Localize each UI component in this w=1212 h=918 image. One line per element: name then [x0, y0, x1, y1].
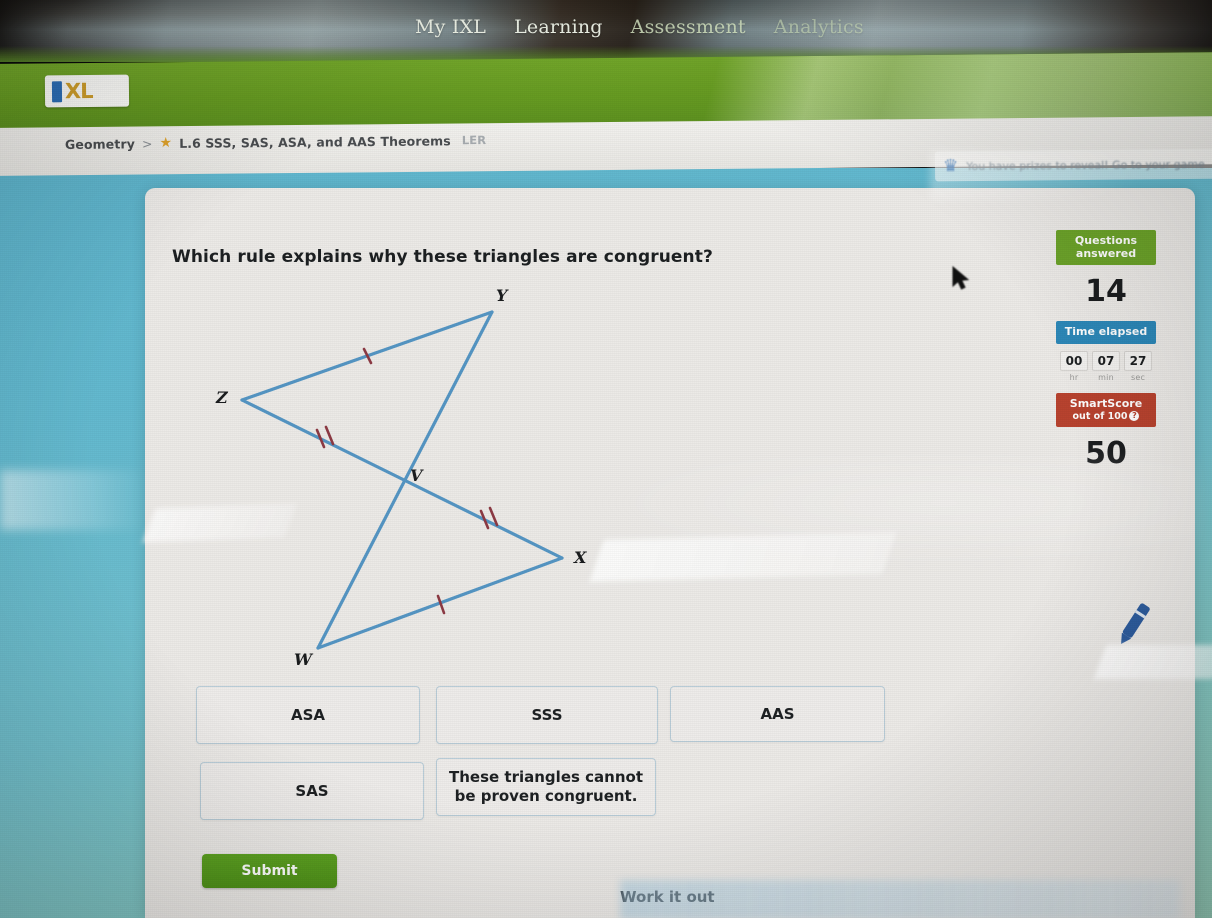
screenshot-root: XL My IXL Learning Assessment Analytics … — [0, 0, 1212, 918]
smartscore-label-block: SmartScore out of 100? — [1056, 392, 1156, 428]
prize-banner-text: You have prizes to reveal! Go to your ga… — [966, 157, 1205, 173]
answer-choice-aas[interactable]: AAS — [670, 686, 885, 742]
nav-item-my-ixl[interactable]: My IXL — [415, 16, 486, 38]
smartscore-label: SmartScore — [1069, 396, 1143, 410]
nav-item-analytics[interactable]: Analytics — [774, 16, 864, 38]
time-elapsed-value: 00 hr 07 min 27 sec — [1056, 344, 1156, 384]
geometry-figure: Z Y V X W — [180, 280, 640, 680]
time-seconds: 27 sec — [1124, 350, 1152, 382]
prize-banner[interactable]: ♛ You have prizes to reveal! Go to your … — [934, 148, 1212, 182]
breadcrumb-level-code: LER — [461, 132, 487, 148]
time-hours-label: hr — [1069, 372, 1079, 382]
logo-i-mark — [51, 80, 63, 102]
mouse-cursor — [952, 265, 970, 296]
page-title: Which rule explains why these triangles … — [172, 247, 713, 267]
answer-choice-sas[interactable]: SAS — [200, 762, 424, 820]
vertex-label-V: V — [410, 466, 423, 485]
breadcrumb-subject[interactable]: Geometry — [65, 136, 135, 152]
pencil-icon — [1112, 598, 1156, 652]
smartscore-value: 50 — [1085, 436, 1127, 472]
answer-choice-asa[interactable]: ASA — [196, 686, 420, 744]
segment-ZX — [240, 398, 564, 560]
work-it-out-link[interactable]: Work it out — [620, 888, 715, 906]
ixl-logo[interactable]: XL — [44, 74, 130, 108]
answer-choice-not-provable[interactable]: These triangles cannot be proven congrue… — [436, 758, 656, 816]
nav-item-assessment[interactable]: Assessment — [631, 16, 746, 38]
time-seconds-label: sec — [1130, 372, 1146, 382]
breadcrumb-separator: > — [141, 135, 153, 151]
vertex-label-W: W — [294, 650, 312, 669]
star-icon[interactable]: ★ — [159, 135, 172, 151]
smartscore-sublabel: out of 100? — [1060, 410, 1152, 423]
time-seconds-value: 27 — [1124, 350, 1152, 371]
main-nav: My IXL Learning Assessment Analytics — [415, 16, 864, 38]
time-minutes-label: min — [1098, 372, 1114, 382]
time-minutes-value: 07 — [1092, 350, 1120, 371]
questions-answered-label: Questions answered — [1056, 230, 1156, 266]
vertex-label-Z: Z — [216, 388, 228, 407]
logo-xl-text: XL — [64, 78, 93, 103]
questions-answered-value: 14 — [1085, 274, 1127, 310]
time-hours-value: 00 — [1060, 350, 1088, 371]
nav-item-learning[interactable]: Learning — [514, 16, 603, 38]
score-rail: Questions answered 14 Time elapsed 00 hr… — [1056, 222, 1156, 574]
time-minutes: 07 min — [1092, 350, 1120, 382]
time-hours: 00 hr — [1060, 350, 1088, 382]
submit-button[interactable]: Submit — [202, 854, 337, 888]
vertex-label-Y: Y — [496, 286, 508, 305]
help-icon[interactable]: ? — [1129, 410, 1140, 421]
trophy-icon: ♛ — [942, 156, 959, 177]
smartscore-sub-text: out of 100 — [1072, 410, 1128, 422]
breadcrumb-skill: L.6 SSS, SAS, ASA, and AAS Theorems — [179, 132, 451, 151]
time-elapsed-label: Time elapsed — [1056, 321, 1156, 344]
vertex-label-X: X — [574, 548, 587, 567]
answer-choice-sss[interactable]: SSS — [436, 686, 658, 744]
